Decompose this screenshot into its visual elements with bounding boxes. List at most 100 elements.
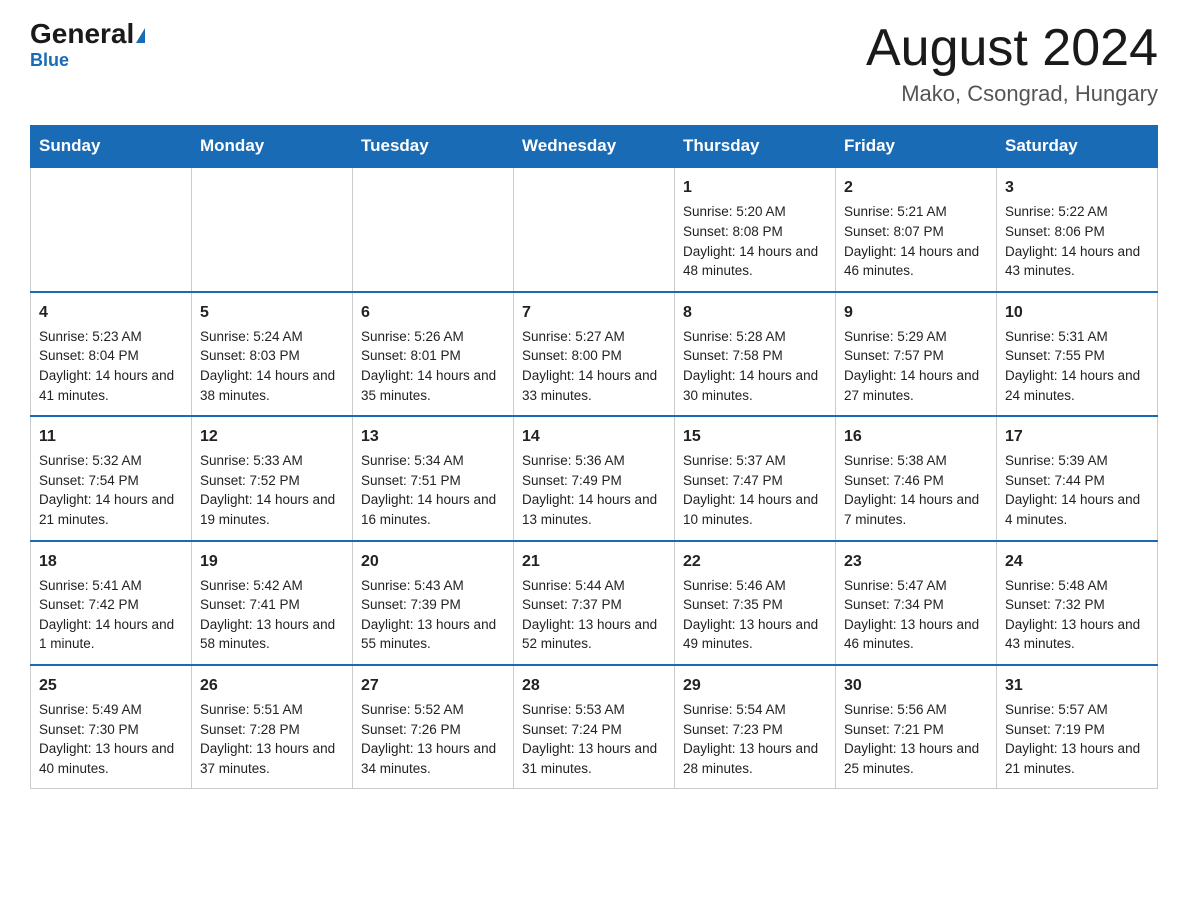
table-row: 22 Sunrise: 5:46 AMSunset: 7:35 PMDayligh… (675, 541, 836, 665)
day-info: Sunrise: 5:32 AMSunset: 7:54 PMDaylight:… (39, 451, 183, 529)
logo: General Blue (30, 20, 145, 71)
table-row: 12Sunrise: 5:33 AMSunset: 7:52 PMDayligh… (192, 416, 353, 540)
day-info: Sunrise: 5:56 AMSunset: 7:21 PMDaylight:… (844, 700, 988, 778)
day-info: Sunrise: 5:27 AMSunset: 8:00 PMDaylight:… (522, 327, 666, 405)
day-info: Sunrise: 5:38 AMSunset: 7:46 PMDaylight:… (844, 451, 988, 529)
calendar-header-row: Sunday Monday Tuesday Wednesday Thursday… (31, 126, 1158, 168)
day-number: 11 (39, 425, 183, 448)
calendar-week-row: 11 Sunrise: 5:32 AMSunset: 7:54 PMDayligh… (31, 416, 1158, 540)
logo-blue-text: Blue (30, 50, 69, 71)
logo-general-text: General (30, 18, 134, 49)
table-row: 17Sunrise: 5:39 AMSunset: 7:44 PMDayligh… (997, 416, 1158, 540)
table-row (353, 167, 514, 291)
table-row: 31Sunrise: 5:57 AMSunset: 7:19 PMDayligh… (997, 665, 1158, 789)
table-row: 10 Sunrise: 5:31 AMSunset: 7:55 PMDayligh… (997, 292, 1158, 416)
day-info: Sunrise: 5:49 AMSunset: 7:30 PMDaylight:… (39, 700, 183, 778)
day-number: 3 (1005, 176, 1149, 199)
table-row: 15 Sunrise: 5:37 AMSunset: 7:47 PMDayligh… (675, 416, 836, 540)
day-info: Sunrise: 5:44 AMSunset: 7:37 PMDaylight:… (522, 576, 666, 654)
day-number: 13 (361, 425, 505, 448)
day-number: 25 (39, 674, 183, 697)
day-info: Sunrise: 5:23 AMSunset: 8:04 PMDaylight:… (39, 327, 183, 405)
col-friday: Friday (836, 126, 997, 168)
table-row: 11 Sunrise: 5:32 AMSunset: 7:54 PMDayligh… (31, 416, 192, 540)
table-row: 30 Sunrise: 5:56 AMSunset: 7:21 PMDayligh… (836, 665, 997, 789)
day-info: Sunrise: 5:37 AMSunset: 7:47 PMDaylight:… (683, 451, 827, 529)
title-area: August 2024 Mako, Csongrad, Hungary (866, 20, 1158, 107)
table-row: 7Sunrise: 5:27 AMSunset: 8:00 PMDaylight… (514, 292, 675, 416)
table-row: 5 Sunrise: 5:24 AMSunset: 8:03 PMDaylight… (192, 292, 353, 416)
day-info: Sunrise: 5:29 AMSunset: 7:57 PMDaylight:… (844, 327, 988, 405)
day-number: 4 (39, 301, 183, 324)
day-info: Sunrise: 5:46 AMSunset: 7:35 PMDaylight:… (683, 576, 827, 654)
day-number: 22 (683, 550, 827, 573)
day-info: Sunrise: 5:52 AMSunset: 7:26 PMDaylight:… (361, 700, 505, 778)
day-info: Sunrise: 5:21 AMSunset: 8:07 PMDaylight:… (844, 202, 988, 280)
month-title: August 2024 (866, 20, 1158, 77)
day-info: Sunrise: 5:53 AMSunset: 7:24 PMDaylight:… (522, 700, 666, 778)
day-number: 31 (1005, 674, 1149, 697)
day-number: 27 (361, 674, 505, 697)
table-row: 9Sunrise: 5:29 AMSunset: 7:57 PMDaylight… (836, 292, 997, 416)
logo-wordmark: General (30, 20, 145, 48)
table-row: 20 Sunrise: 5:43 AMSunset: 7:39 PMDayligh… (353, 541, 514, 665)
day-info: Sunrise: 5:47 AMSunset: 7:34 PMDaylight:… (844, 576, 988, 654)
table-row: 16 Sunrise: 5:38 AMSunset: 7:46 PMDayligh… (836, 416, 997, 540)
day-number: 14 (522, 425, 666, 448)
day-number: 28 (522, 674, 666, 697)
day-info: Sunrise: 5:24 AMSunset: 8:03 PMDaylight:… (200, 327, 344, 405)
day-number: 1 (683, 176, 827, 199)
day-info: Sunrise: 5:36 AMSunset: 7:49 PMDaylight:… (522, 451, 666, 529)
table-row: 13 Sunrise: 5:34 AMSunset: 7:51 PMDayligh… (353, 416, 514, 540)
day-number: 12 (200, 425, 344, 448)
day-info: Sunrise: 5:31 AMSunset: 7:55 PMDaylight:… (1005, 327, 1149, 405)
day-number: 30 (844, 674, 988, 697)
day-number: 10 (1005, 301, 1149, 324)
day-number: 17 (1005, 425, 1149, 448)
day-info: Sunrise: 5:34 AMSunset: 7:51 PMDaylight:… (361, 451, 505, 529)
col-sunday: Sunday (31, 126, 192, 168)
col-wednesday: Wednesday (514, 126, 675, 168)
col-thursday: Thursday (675, 126, 836, 168)
day-number: 8 (683, 301, 827, 324)
day-info: Sunrise: 5:20 AMSunset: 8:08 PMDaylight:… (683, 202, 827, 280)
table-row (192, 167, 353, 291)
table-row (514, 167, 675, 291)
table-row (31, 167, 192, 291)
table-row: 26Sunrise: 5:51 AMSunset: 7:28 PMDayligh… (192, 665, 353, 789)
table-row: 2 Sunrise: 5:21 AMSunset: 8:07 PMDaylight… (836, 167, 997, 291)
page-header: General Blue August 2024 Mako, Csongrad,… (30, 20, 1158, 107)
day-number: 5 (200, 301, 344, 324)
day-number: 21 (522, 550, 666, 573)
day-info: Sunrise: 5:22 AMSunset: 8:06 PMDaylight:… (1005, 202, 1149, 280)
day-number: 16 (844, 425, 988, 448)
day-number: 19 (200, 550, 344, 573)
table-row: 21 Sunrise: 5:44 AMSunset: 7:37 PMDayligh… (514, 541, 675, 665)
table-row: 24 Sunrise: 5:48 AMSunset: 7:32 PMDayligh… (997, 541, 1158, 665)
day-number: 20 (361, 550, 505, 573)
col-tuesday: Tuesday (353, 126, 514, 168)
day-number: 18 (39, 550, 183, 573)
table-row: 27 Sunrise: 5:52 AMSunset: 7:26 PMDayligh… (353, 665, 514, 789)
day-number: 2 (844, 176, 988, 199)
day-info: Sunrise: 5:28 AMSunset: 7:58 PMDaylight:… (683, 327, 827, 405)
table-row: 23Sunrise: 5:47 AMSunset: 7:34 PMDayligh… (836, 541, 997, 665)
table-row: 19Sunrise: 5:42 AMSunset: 7:41 PMDayligh… (192, 541, 353, 665)
logo-triangle-icon (136, 28, 145, 43)
calendar-week-row: 1 Sunrise: 5:20 AMSunset: 8:08 PMDaylight… (31, 167, 1158, 291)
day-info: Sunrise: 5:43 AMSunset: 7:39 PMDaylight:… (361, 576, 505, 654)
day-number: 6 (361, 301, 505, 324)
calendar-week-row: 25 Sunrise: 5:49 AMSunset: 7:30 PMDayligh… (31, 665, 1158, 789)
table-row: 29Sunrise: 5:54 AMSunset: 7:23 PMDayligh… (675, 665, 836, 789)
day-info: Sunrise: 5:48 AMSunset: 7:32 PMDaylight:… (1005, 576, 1149, 654)
table-row: 28 Sunrise: 5:53 AMSunset: 7:24 PMDayligh… (514, 665, 675, 789)
calendar-week-row: 4 Sunrise: 5:23 AMSunset: 8:04 PMDaylight… (31, 292, 1158, 416)
table-row: 8 Sunrise: 5:28 AMSunset: 7:58 PMDaylight… (675, 292, 836, 416)
table-row: 6 Sunrise: 5:26 AMSunset: 8:01 PMDaylight… (353, 292, 514, 416)
table-row: 18Sunrise: 5:41 AMSunset: 7:42 PMDayligh… (31, 541, 192, 665)
table-row: 14 Sunrise: 5:36 AMSunset: 7:49 PMDayligh… (514, 416, 675, 540)
day-number: 24 (1005, 550, 1149, 573)
day-info: Sunrise: 5:26 AMSunset: 8:01 PMDaylight:… (361, 327, 505, 405)
day-number: 15 (683, 425, 827, 448)
col-monday: Monday (192, 126, 353, 168)
